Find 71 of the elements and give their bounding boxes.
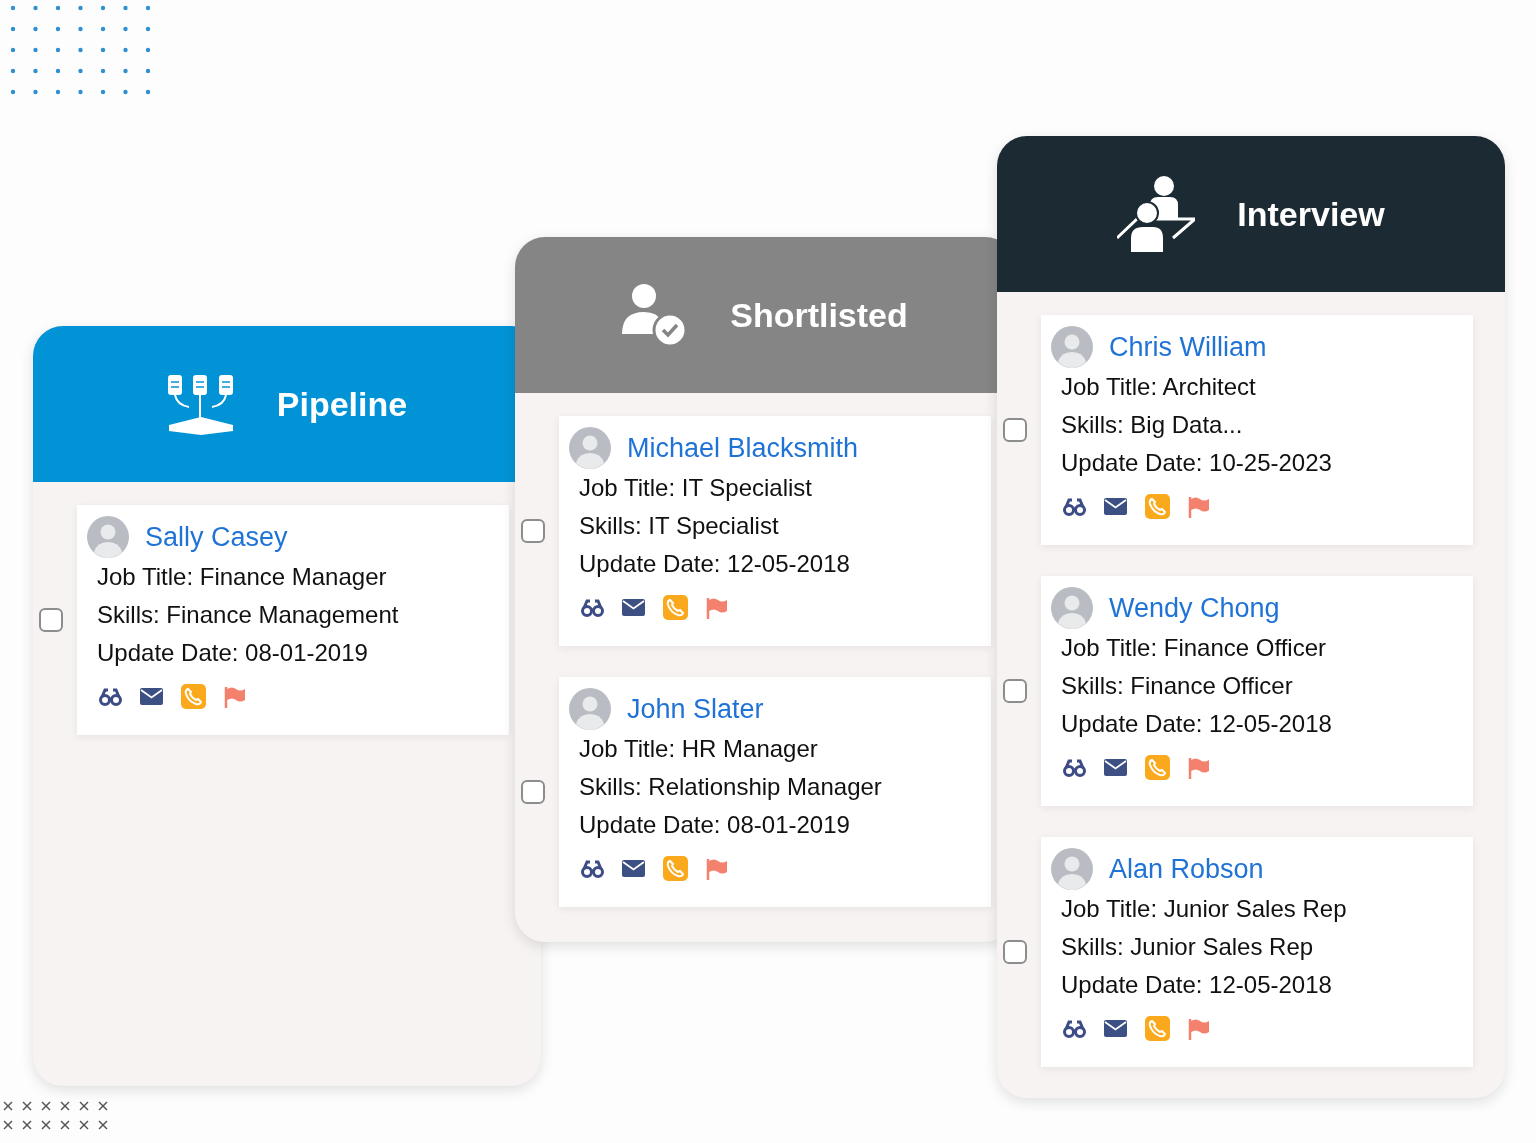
avatar-icon — [1051, 587, 1093, 629]
phone-icon[interactable] — [1145, 494, 1170, 519]
update-date-text: Update Date: 10-25-2023 — [1061, 448, 1333, 478]
documents-funnel-icon — [166, 373, 235, 435]
skills-text: Skills: Junior Sales Rep — [1061, 932, 1315, 962]
binoculars-icon[interactable] — [1063, 1019, 1086, 1038]
job-title-text: Job Title: HR Manager — [579, 734, 819, 764]
job-title-text: Job Title: Architect — [1061, 372, 1257, 402]
skills-text: Skills: Finance Officer — [1061, 671, 1294, 701]
candidate-card[interactable]: Wendy Chong Job Title: Finance Officer Skills: Finance Officer Update Date: 12-05-2018 — [1041, 576, 1473, 806]
binoculars-icon[interactable] — [581, 598, 604, 617]
candidate-card[interactable]: Sally Casey Job Title: Finance Manager Skills: Finance Management Update Date: 08-01-2019 — [77, 505, 509, 735]
column-title: Shortlisted — [730, 295, 908, 335]
candidate-name[interactable]: John Slater — [627, 693, 764, 725]
phone-icon[interactable] — [1145, 755, 1170, 780]
flag-icon[interactable] — [1188, 495, 1210, 518]
select-checkbox[interactable] — [521, 519, 545, 543]
select-checkbox[interactable] — [1003, 940, 1027, 964]
candidate-name[interactable]: Alan Robson — [1109, 853, 1264, 885]
job-title-text: Job Title: Junior Sales Rep — [1061, 894, 1348, 924]
envelope-icon[interactable] — [1104, 498, 1127, 515]
select-checkbox[interactable] — [1003, 679, 1027, 703]
flag-icon[interactable] — [1188, 1017, 1210, 1040]
envelope-icon[interactable] — [1104, 759, 1127, 776]
phone-icon[interactable] — [1145, 1016, 1170, 1041]
job-title-text: Job Title: Finance Officer — [1061, 633, 1327, 663]
avatar-icon — [569, 427, 611, 469]
update-date-text: Update Date: 12-05-2018 — [579, 549, 851, 579]
skills-text: Skills: Relationship Manager — [579, 772, 883, 802]
envelope-icon[interactable] — [1104, 1020, 1127, 1037]
avatar-icon — [1051, 326, 1093, 368]
flag-icon[interactable] — [224, 685, 246, 708]
candidate-card[interactable]: Michael Blacksmith Job Title: IT Specialist Skills: IT Specialist Update Date: 12-05-2018 — [559, 416, 991, 646]
skills-text: Skills: IT Specialist — [579, 511, 780, 541]
phone-icon[interactable] — [663, 856, 688, 881]
avatar-icon — [87, 516, 129, 558]
column-title: Pipeline — [276, 384, 408, 424]
envelope-icon[interactable] — [140, 688, 163, 705]
avatar-icon — [569, 688, 611, 730]
job-title-text: Job Title: IT Specialist — [579, 473, 813, 503]
phone-icon[interactable] — [663, 595, 688, 620]
binoculars-icon[interactable] — [1063, 758, 1086, 777]
column-title: Interview — [1237, 194, 1385, 234]
binoculars-icon[interactable] — [99, 687, 122, 706]
skills-text: Skills: Finance Management — [97, 600, 400, 630]
interview-people-icon — [1117, 175, 1196, 253]
select-checkbox[interactable] — [521, 780, 545, 804]
update-date-text: Update Date: 12-05-2018 — [1061, 709, 1333, 739]
flag-icon[interactable] — [1188, 756, 1210, 779]
envelope-icon[interactable] — [622, 599, 645, 616]
update-date-text: Update Date: 08-01-2019 — [579, 810, 851, 840]
candidate-name[interactable]: Michael Blacksmith — [627, 432, 859, 464]
skills-text: Skills: Big Data... — [1061, 410, 1244, 440]
binoculars-icon[interactable] — [1063, 497, 1086, 516]
candidate-name[interactable]: Sally Casey — [145, 521, 288, 553]
flag-icon[interactable] — [706, 596, 728, 619]
update-date-text: Update Date: 12-05-2018 — [1061, 970, 1333, 1000]
select-checkbox[interactable] — [1003, 418, 1027, 442]
envelope-icon[interactable] — [622, 860, 645, 877]
candidate-name[interactable]: Chris William — [1109, 331, 1267, 363]
job-title-text: Job Title: Finance Manager — [97, 562, 388, 592]
phone-icon[interactable] — [181, 684, 206, 709]
candidate-card[interactable]: Chris William Job Title: Architect Skills: Big Data... Update Date: 10-25-2023 — [1041, 315, 1473, 545]
candidate-card[interactable]: Alan Robson Job Title: Junior Sales Rep Skills: Junior Sales Rep Update Date: 12-05-2018 — [1041, 837, 1473, 1067]
candidate-name[interactable]: Wendy Chong — [1109, 592, 1280, 624]
binoculars-icon[interactable] — [581, 859, 604, 878]
select-checkbox[interactable] — [39, 608, 63, 632]
candidate-card[interactable]: John Slater Job Title: HR Manager Skills: Relationship Manager Update Date: 08-01-2019 — [559, 677, 991, 907]
flag-icon[interactable] — [706, 857, 728, 880]
update-date-text: Update Date: 08-01-2019 — [97, 638, 369, 668]
avatar-icon — [1051, 848, 1093, 890]
